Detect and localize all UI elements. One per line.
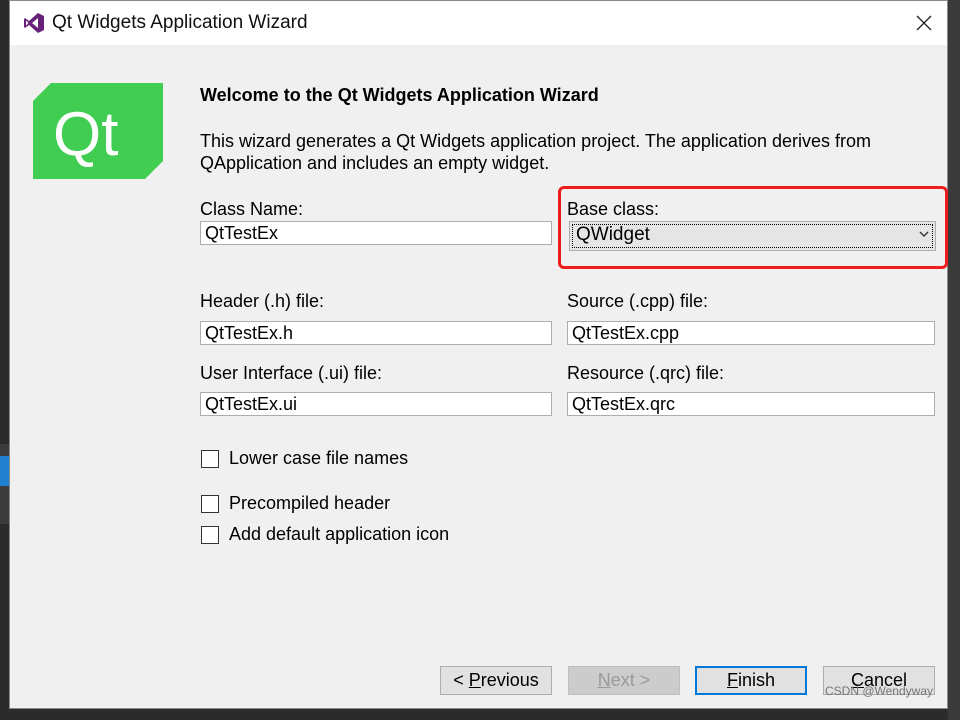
background-edge [948, 0, 960, 720]
class-name-label: Class Name: [200, 199, 304, 219]
finish-mnemonic: F [726, 670, 738, 690]
header-file-input[interactable] [200, 321, 552, 345]
previous-prefix: < [453, 670, 469, 690]
ui-file-label: User Interface (.ui) file: [200, 363, 383, 383]
lower-case-option[interactable]: Lower case file names [201, 448, 408, 469]
lower-case-label: Lower case file names [229, 448, 409, 468]
precompiled-header-label: Precompiled header [229, 493, 391, 513]
default-icon-option[interactable]: Add default application icon [201, 524, 449, 545]
qt-logo-text: Qt [53, 100, 118, 169]
highlight-box [558, 186, 948, 269]
precompiled-header-checkbox[interactable] [201, 494, 219, 513]
ui-file-input[interactable] [200, 392, 552, 416]
lower-case-checkbox[interactable] [201, 449, 219, 468]
close-button[interactable] [901, 1, 947, 45]
watermark: CSDN @Wendyway [825, 684, 933, 698]
precompiled-header-option[interactable]: Precompiled header [201, 493, 390, 514]
previous-button[interactable]: < Previous [440, 666, 552, 695]
class-name-input[interactable] [200, 221, 552, 245]
previous-rest: revious [480, 670, 539, 690]
finish-button[interactable]: Finish [695, 666, 807, 695]
visual-studio-icon [23, 12, 45, 34]
wizard-description: This wizard generates a Qt Widgets appli… [200, 131, 871, 173]
next-button[interactable]: Next > [568, 666, 680, 695]
default-icon-label: Add default application icon [229, 524, 450, 544]
close-icon [916, 15, 932, 31]
next-rest: ext > [610, 670, 651, 690]
wizard-dialog: Qt Widgets Application Wizard Qt Welcome… [9, 0, 948, 709]
source-file-label: Source (.cpp) file: [567, 291, 709, 311]
header-file-label: Header (.h) file: [200, 291, 325, 311]
background-accent [0, 456, 9, 486]
next-mnemonic: N [597, 670, 611, 690]
previous-mnemonic: P [468, 670, 481, 690]
wizard-heading: Welcome to the Qt Widgets Application Wi… [200, 85, 599, 105]
title-bar: Qt Widgets Application Wizard [10, 1, 947, 45]
resource-file-label: Resource (.qrc) file: [567, 363, 725, 383]
source-file-input[interactable] [567, 321, 935, 345]
resource-file-input[interactable] [567, 392, 935, 416]
default-icon-checkbox[interactable] [201, 525, 219, 544]
qt-logo: Qt [33, 83, 163, 179]
window-title: Qt Widgets Application Wizard [52, 12, 308, 33]
finish-rest: inish [737, 670, 776, 690]
